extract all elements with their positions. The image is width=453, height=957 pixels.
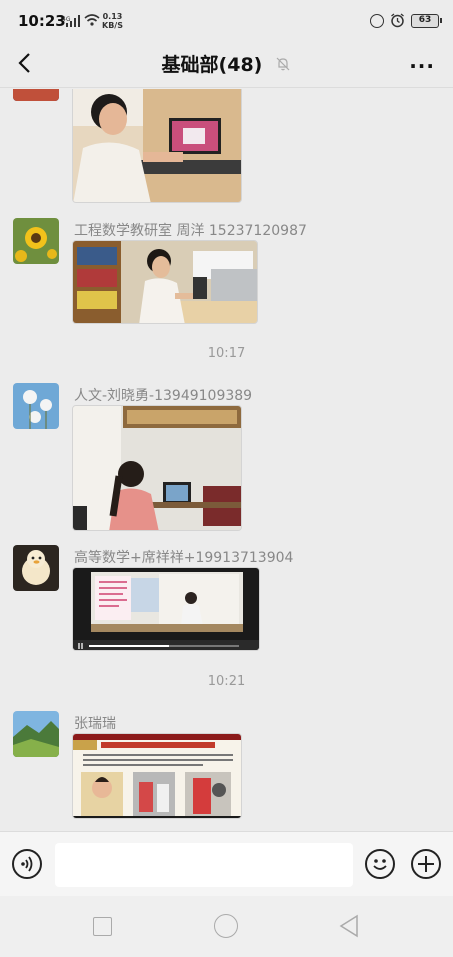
system-navigation-bar — [0, 896, 453, 957]
voice-wave-icon — [21, 856, 33, 872]
timestamp: 10:17 — [207, 346, 246, 361]
chat-messages[interactable]: 工程数学教研室 周洋 15237120987 10:17 人文-刘晓勇-1394… — [0, 89, 453, 831]
sender-name: 人文-刘晓勇-13949109389 — [74, 388, 253, 404]
image-message-news-slide[interactable] — [72, 733, 242, 819]
voice-input-button[interactable] — [12, 849, 42, 879]
wifi-icon — [84, 14, 100, 26]
recent-apps-icon[interactable] — [93, 917, 112, 936]
more-functions-button[interactable] — [411, 849, 441, 879]
network-speed: 0.13 KB/S — [102, 12, 123, 30]
alarm-icon — [391, 13, 404, 28]
sender-name: 高等数学+席祥祥+19913713904 — [74, 550, 294, 566]
smiley-face-icon — [373, 859, 387, 870]
avatar[interactable] — [13, 89, 59, 101]
page-title: 基础部(48) — [161, 54, 263, 76]
lock-rotation-icon — [370, 13, 384, 28]
title-wrap: 基础部(48) — [0, 50, 453, 77]
sender-name: 工程数学教研室 周洋 15237120987 — [74, 223, 307, 239]
message-input-bar — [0, 831, 453, 896]
avatar[interactable] — [13, 545, 59, 591]
status-time: 10:23 — [18, 12, 66, 30]
more-options-button[interactable]: ··· — [409, 54, 435, 78]
image-message-teacher-at-computer[interactable] — [72, 405, 242, 531]
image-message-video-lecture[interactable] — [72, 567, 260, 651]
network-type: 4G — [62, 16, 71, 23]
timestamp: 10:21 — [207, 674, 246, 689]
network-speed-value: 0.13 — [102, 12, 123, 21]
mute-bell-icon — [277, 57, 290, 70]
chat-header: 基础部(48) ··· — [0, 42, 453, 88]
battery-icon: 63 — [411, 13, 442, 28]
image-message-woman-at-desk[interactable] — [72, 240, 258, 324]
plus-icon — [418, 856, 434, 872]
avatar[interactable] — [13, 383, 59, 429]
avatar[interactable] — [13, 711, 59, 757]
network-speed-unit: KB/S — [102, 21, 123, 30]
image-message-student-at-laptop[interactable] — [72, 89, 242, 203]
status-bar: 10:23 4G 0.13 KB/S 63 — [0, 0, 453, 42]
system-back-icon[interactable] — [338, 914, 360, 938]
message-text-input[interactable] — [55, 843, 353, 887]
home-icon[interactable] — [214, 914, 238, 938]
avatar[interactable] — [13, 218, 59, 264]
emoji-button[interactable] — [365, 849, 395, 879]
status-right-icons: 63 — [370, 13, 442, 28]
sender-name: 张瑞瑞 — [74, 716, 116, 732]
